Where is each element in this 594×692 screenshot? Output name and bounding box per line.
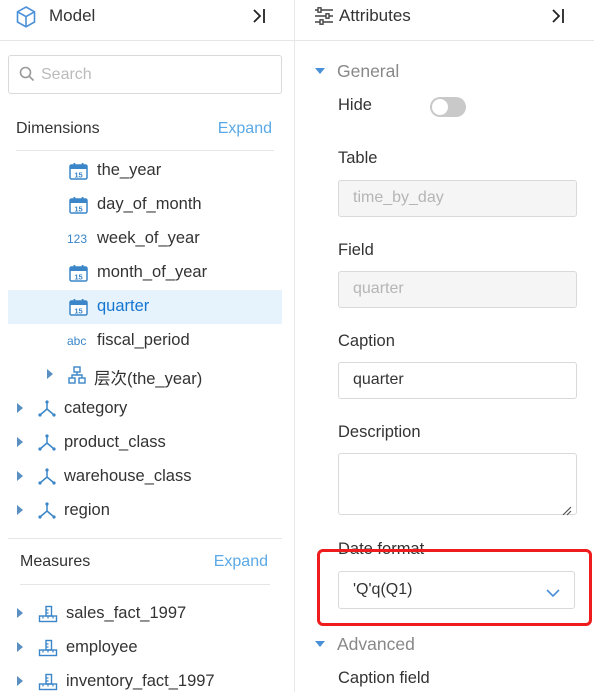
- expand-arrow-icon[interactable]: [47, 369, 53, 379]
- attributes-panel-header: Attributes: [295, 0, 594, 38]
- hierarchy-icon: [68, 366, 86, 389]
- table-label: Table: [338, 149, 378, 167]
- dimensions-label: Dimensions: [16, 120, 100, 137]
- advanced-section-label: Advanced: [337, 634, 415, 654]
- tree-item-month-of-year[interactable]: 15 month_of_year: [8, 256, 282, 290]
- dimension-icon: [37, 502, 57, 525]
- tree-group-category[interactable]: category: [8, 392, 282, 426]
- annotation-highlight-box: [317, 549, 592, 626]
- tree-group-label: category: [64, 399, 128, 417]
- measures-expand-link[interactable]: Expand: [214, 553, 268, 571]
- measures-divider: [20, 584, 270, 585]
- field-label: Field: [338, 241, 374, 259]
- svg-text:15: 15: [74, 307, 82, 316]
- tree-item-week-of-year[interactable]: 123 week_of_year: [8, 222, 282, 256]
- dimensions-header: Dimensions Expand: [16, 120, 272, 144]
- tree-measure-inventory-fact-1997[interactable]: inventory_fact_1997: [8, 665, 282, 692]
- field-field: quarter: [338, 271, 577, 308]
- model-panel-header: Model: [0, 0, 294, 38]
- measures-header: Measures Expand: [20, 553, 268, 577]
- caret-down-icon: [315, 641, 325, 647]
- expand-arrow-icon[interactable]: [17, 676, 23, 686]
- tree-item-label: week_of_year: [97, 229, 200, 247]
- text-type-icon: abc: [67, 334, 87, 348]
- expand-arrow-icon[interactable]: [17, 437, 23, 447]
- calendar-icon: 15: [69, 299, 88, 321]
- dimensions-expand-link[interactable]: Expand: [218, 120, 272, 138]
- ruler-icon: [38, 605, 58, 628]
- tree-item-quarter[interactable]: 15 quarter: [8, 290, 282, 324]
- sliders-icon: [314, 7, 334, 30]
- search-box[interactable]: [8, 55, 282, 94]
- caption-label: Caption: [338, 332, 395, 350]
- ruler-icon: [38, 673, 58, 692]
- tree-measure-sales-fact-1997[interactable]: sales_fact_1997: [8, 597, 282, 631]
- collapse-panel-icon[interactable]: [251, 7, 269, 25]
- measures-top-divider: [8, 538, 282, 539]
- tree-measure-employee[interactable]: employee: [8, 631, 282, 665]
- tree-group-label: region: [64, 501, 110, 519]
- general-section-label: General: [337, 61, 400, 81]
- tree-measure-label: inventory_fact_1997: [66, 672, 215, 690]
- cube-icon: [16, 6, 36, 33]
- expand-arrow-icon[interactable]: [17, 642, 23, 652]
- search-input[interactable]: [41, 64, 271, 86]
- header-divider: [0, 40, 294, 41]
- attributes-panel-title: Attributes: [339, 6, 411, 25]
- number-type-icon: 123: [67, 232, 88, 246]
- tree-group-label: warehouse_class: [64, 467, 192, 485]
- tree-group-region[interactable]: region: [8, 494, 282, 528]
- calendar-icon: 15: [69, 163, 88, 185]
- dimensions-divider: [16, 150, 274, 151]
- caret-down-icon: [315, 68, 325, 74]
- dimension-icon: [37, 468, 57, 491]
- tree-measure-label: employee: [66, 638, 138, 656]
- model-panel: Model Dimensions Expand 15 the_year 15 d…: [0, 0, 295, 692]
- hide-label: Hide: [338, 96, 372, 114]
- calendar-icon: 15: [69, 265, 88, 287]
- tree-item-label: the_year: [97, 161, 162, 179]
- model-panel-title: Model: [49, 6, 96, 25]
- tree-item-label: month_of_year: [97, 263, 208, 281]
- tree-item-label: 层次(the_year): [94, 370, 203, 388]
- tree-item-the-year[interactable]: 15 the_year: [8, 154, 282, 188]
- hide-toggle[interactable]: [430, 97, 466, 117]
- tree-item-label: day_of_month: [97, 195, 202, 213]
- search-icon: [19, 66, 35, 87]
- expand-arrow-icon[interactable]: [17, 505, 23, 515]
- ruler-icon: [38, 639, 58, 662]
- tree-item-label: quarter: [97, 297, 150, 315]
- caption-field-label: Caption field: [338, 669, 430, 687]
- expand-arrow-icon[interactable]: [17, 471, 23, 481]
- dimension-icon: [37, 400, 57, 423]
- tree-group-label: product_class: [64, 433, 166, 451]
- calendar-icon: 15: [69, 197, 88, 219]
- expand-arrow-icon[interactable]: [17, 608, 23, 618]
- expand-arrow-icon[interactable]: [17, 403, 23, 413]
- measures-label: Measures: [20, 553, 91, 570]
- svg-text:15: 15: [74, 273, 82, 282]
- tree-measure-label: sales_fact_1997: [66, 604, 187, 622]
- svg-text:15: 15: [74, 205, 82, 214]
- caption-input[interactable]: quarter: [338, 362, 577, 399]
- resize-handle-icon[interactable]: [562, 503, 572, 521]
- tree-item-label: fiscal_period: [97, 331, 190, 349]
- tree-item-day-of-month[interactable]: 15 day_of_month: [8, 188, 282, 222]
- dimension-icon: [37, 434, 57, 457]
- header-divider: [295, 40, 594, 41]
- description-label: Description: [338, 423, 421, 441]
- tree-group-warehouse-class[interactable]: warehouse_class: [8, 460, 282, 494]
- table-field: time_by_day: [338, 180, 577, 217]
- description-textarea[interactable]: [338, 453, 577, 515]
- tree-item-hierarchy[interactable]: 层次(the_year): [8, 358, 282, 392]
- svg-text:15: 15: [74, 171, 82, 180]
- tree-group-product-class[interactable]: product_class: [8, 426, 282, 460]
- toggle-knob: [432, 99, 448, 115]
- collapse-panel-icon[interactable]: [550, 7, 568, 25]
- tree-item-fiscal-period[interactable]: abc fiscal_period: [8, 324, 282, 358]
